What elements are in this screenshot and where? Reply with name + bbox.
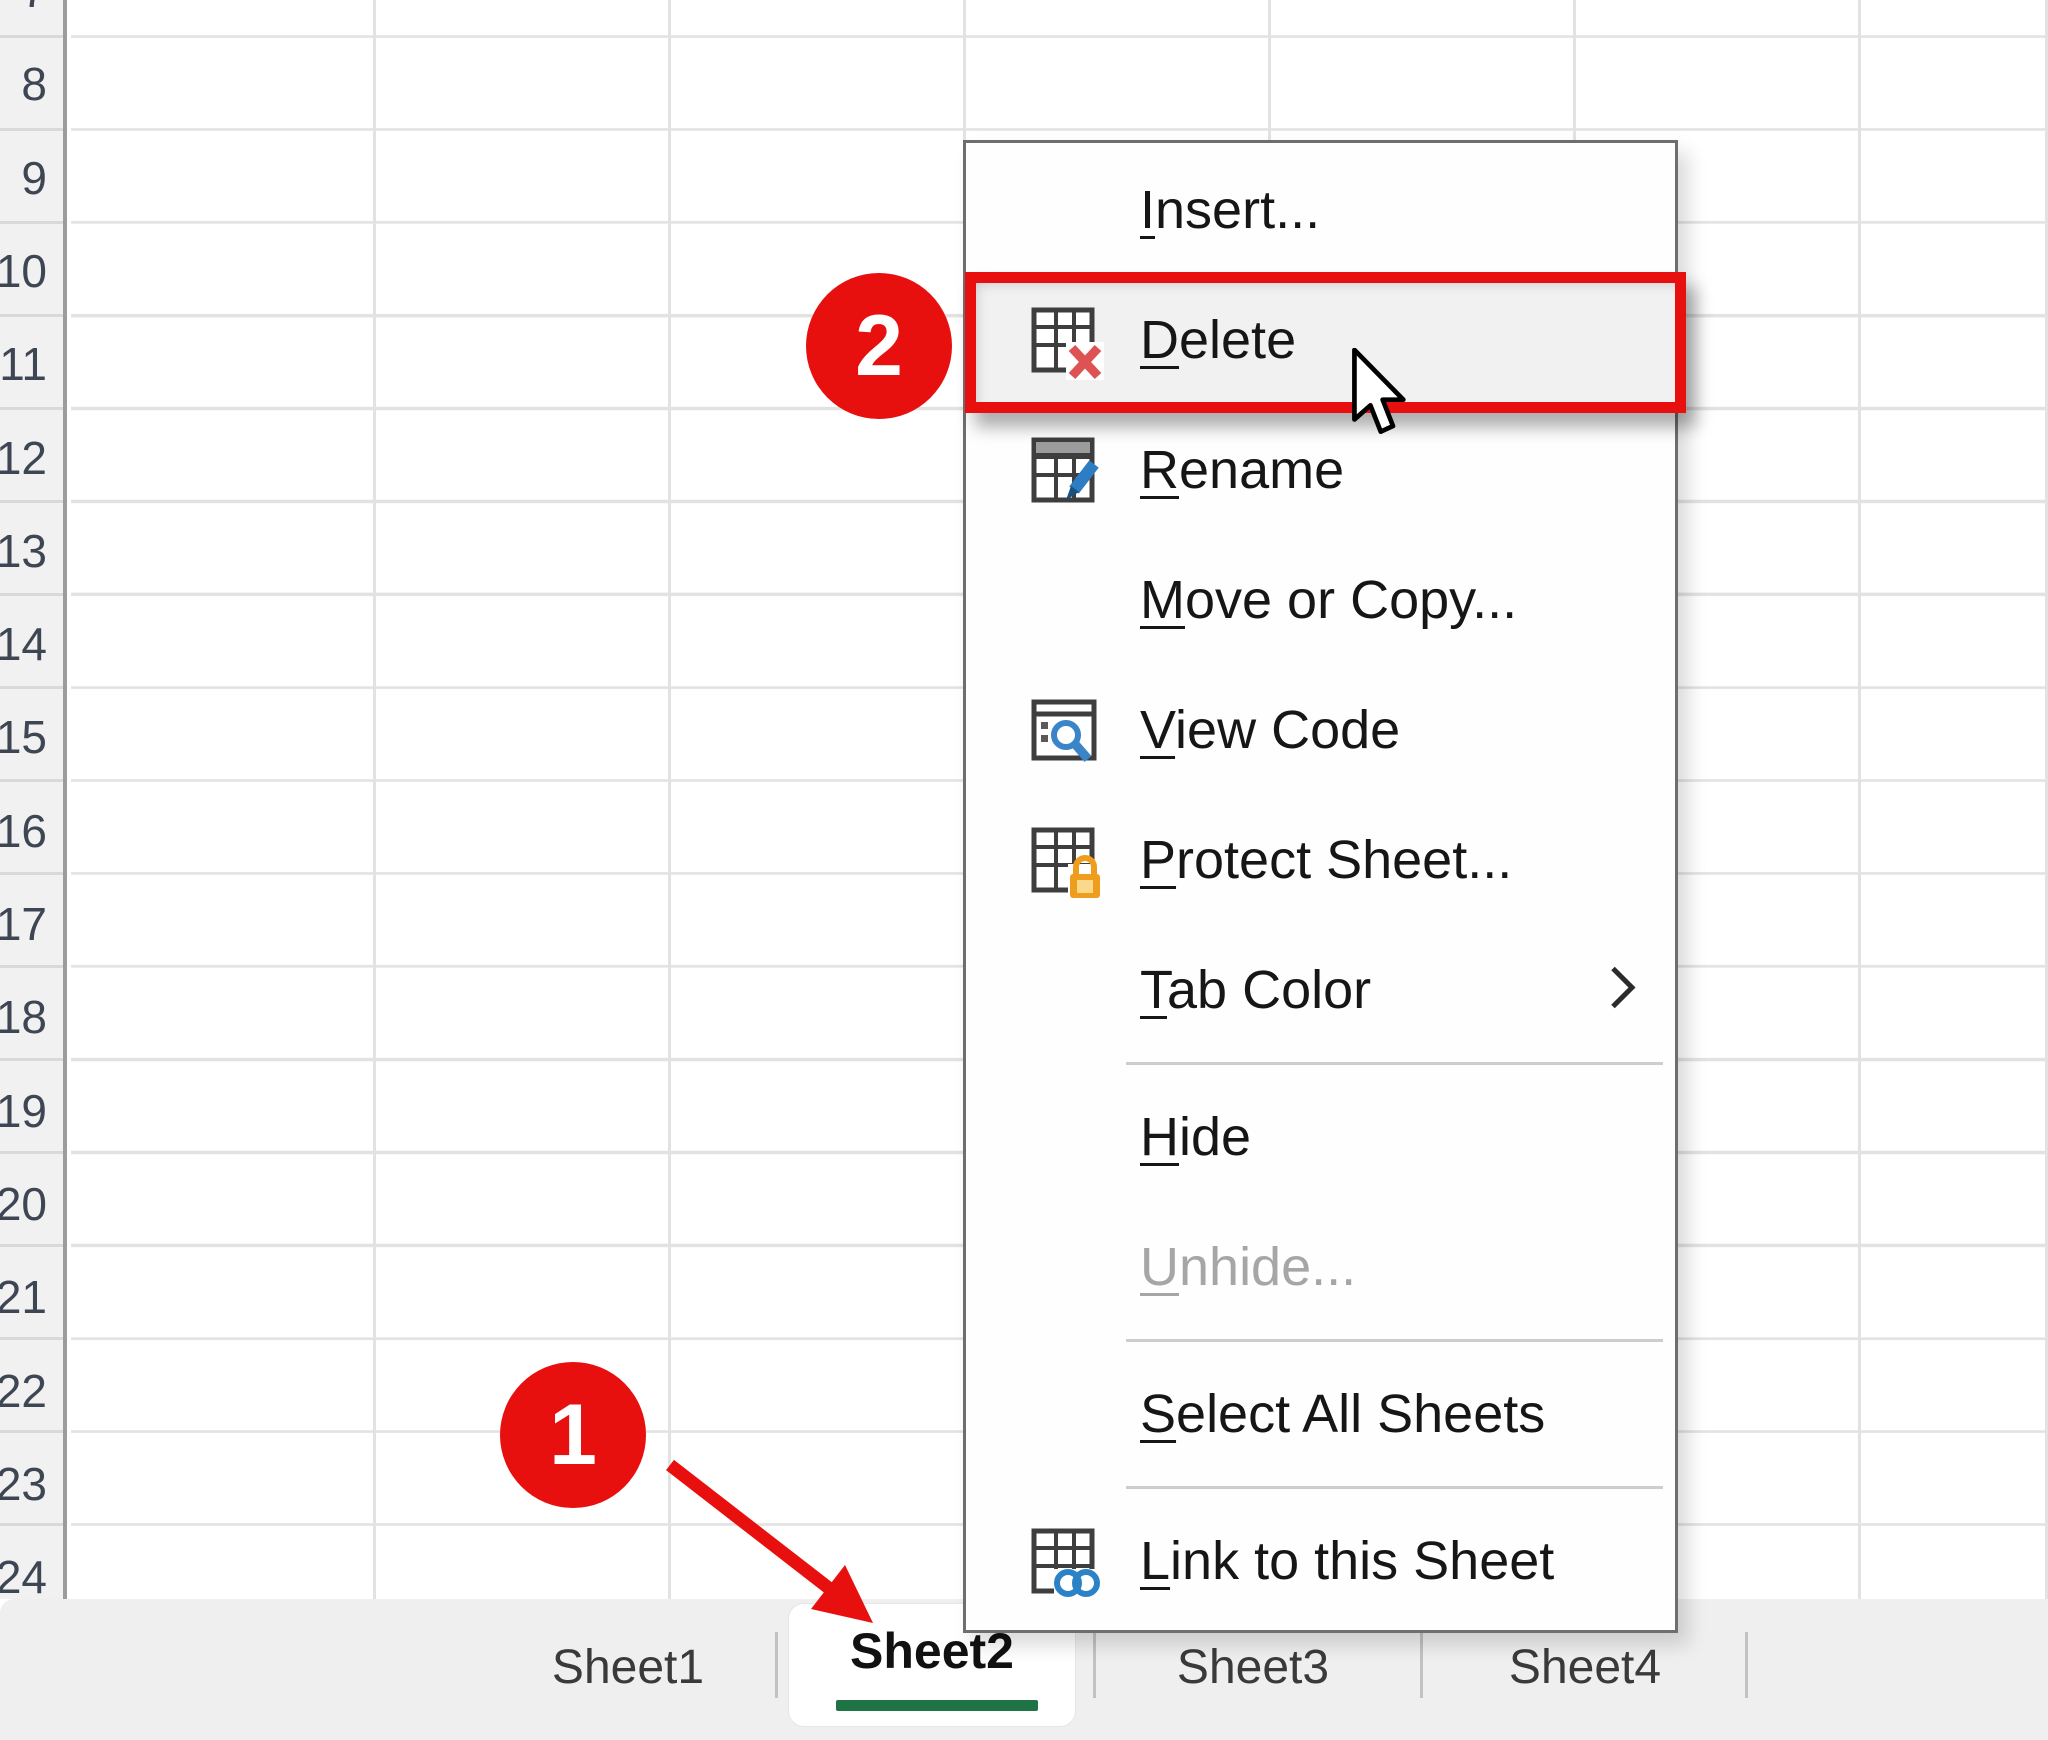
- tab-separator: [775, 1632, 778, 1698]
- menu-item-label: Link to this Sheet: [1140, 1530, 1554, 1592]
- annotation-step-1-badge: 1: [500, 1362, 646, 1508]
- active-tab-underline: [836, 1700, 1038, 1711]
- menu-separator: [966, 1479, 1675, 1496]
- row-header-19[interactable]: 19: [0, 1065, 47, 1158]
- menu-item-icon-spacer: [1026, 560, 1106, 640]
- row-header-24[interactable]: 24: [0, 1531, 47, 1599]
- row-header-12[interactable]: 12: [0, 412, 47, 505]
- menu-item-rename[interactable]: Rename: [966, 405, 1675, 535]
- row-header-15[interactable]: 15: [0, 691, 47, 784]
- rename-sheet-icon: [1026, 430, 1106, 510]
- menu-item-insert[interactable]: Insert...: [966, 145, 1675, 275]
- gridline-vertical: [373, 0, 376, 1599]
- menu-separator: [966, 1332, 1675, 1349]
- menu-item-hide[interactable]: Hide: [966, 1072, 1675, 1202]
- row-header-column[interactable]: 789101112131415161718192021222324: [0, 0, 67, 1599]
- view-code-icon: [1026, 690, 1106, 770]
- row-header-10[interactable]: 10: [0, 225, 47, 318]
- view-code-icon: [1026, 690, 1106, 770]
- row-header-9[interactable]: 9: [0, 132, 47, 225]
- protect-sheet-icon: [1026, 820, 1106, 900]
- row-header-7[interactable]: 7: [0, 0, 47, 38]
- menu-item-label: Hide: [1140, 1106, 1251, 1168]
- link-sheet-icon: [1026, 1521, 1106, 1601]
- protect-sheet-icon: [1026, 820, 1106, 900]
- tab-separator: [1745, 1632, 1748, 1698]
- annotation-arrow: [630, 1440, 900, 1640]
- menu-item-label: Protect Sheet...: [1140, 829, 1512, 891]
- link-sheet-icon: [1026, 1521, 1106, 1601]
- menu-item-icon-spacer: [1026, 1374, 1106, 1454]
- menu-item-link-to-this-sheet[interactable]: Link to this Sheet: [966, 1496, 1675, 1626]
- gridline-vertical: [1858, 0, 1861, 1599]
- menu-item-icon-spacer: [1026, 170, 1106, 250]
- mouse-cursor-icon: [1345, 348, 1409, 442]
- menu-item-label: Move or Copy...: [1140, 569, 1517, 631]
- menu-item-unhide: Unhide...: [966, 1202, 1675, 1332]
- menu-item-label: View Code: [1140, 699, 1400, 761]
- rename-sheet-icon: [1026, 430, 1106, 510]
- menu-item-icon-spacer: [1026, 1227, 1106, 1307]
- menu-item-label: Unhide...: [1140, 1236, 1356, 1298]
- row-header-11[interactable]: 11: [0, 318, 47, 411]
- row-header-22[interactable]: 22: [0, 1345, 47, 1438]
- row-header-21[interactable]: 21: [0, 1251, 47, 1344]
- row-header-20[interactable]: 20: [0, 1158, 47, 1251]
- row-header-23[interactable]: 23: [0, 1438, 47, 1531]
- gridline-vertical: [668, 0, 671, 1599]
- annotation-step-2-badge: 2: [806, 273, 952, 419]
- menu-item-view-code[interactable]: View Code: [966, 665, 1675, 795]
- menu-item-move-or-copy[interactable]: Move or Copy...: [966, 535, 1675, 665]
- menu-item-icon-spacer: [1026, 1097, 1106, 1177]
- tab-separator: [1420, 1632, 1423, 1698]
- annotation-highlight-box-delete: [965, 272, 1686, 413]
- excel-window: 789101112131415161718192021222324 Sheet1…: [0, 0, 2048, 1740]
- row-header-18[interactable]: 18: [0, 971, 47, 1064]
- menu-separator: [966, 1055, 1675, 1072]
- menu-item-label: Insert...: [1140, 179, 1320, 241]
- menu-item-select-all-sheets[interactable]: Select All Sheets: [966, 1349, 1675, 1479]
- row-header-14[interactable]: 14: [0, 598, 47, 691]
- menu-item-label: Tab Color: [1140, 959, 1371, 1021]
- menu-item-label: Rename: [1140, 439, 1344, 501]
- row-header-16[interactable]: 16: [0, 785, 47, 878]
- row-header-17[interactable]: 17: [0, 878, 47, 971]
- submenu-arrow-icon: [1605, 963, 1639, 1018]
- menu-item-icon-spacer: [1026, 950, 1106, 1030]
- tab-separator: [1093, 1632, 1096, 1698]
- menu-item-label: Select All Sheets: [1140, 1383, 1545, 1445]
- menu-item-protect-sheet[interactable]: Protect Sheet...: [966, 795, 1675, 925]
- row-header-13[interactable]: 13: [0, 505, 47, 598]
- row-header-8[interactable]: 8: [0, 38, 47, 131]
- menu-item-tab-color[interactable]: Tab Color: [966, 925, 1675, 1055]
